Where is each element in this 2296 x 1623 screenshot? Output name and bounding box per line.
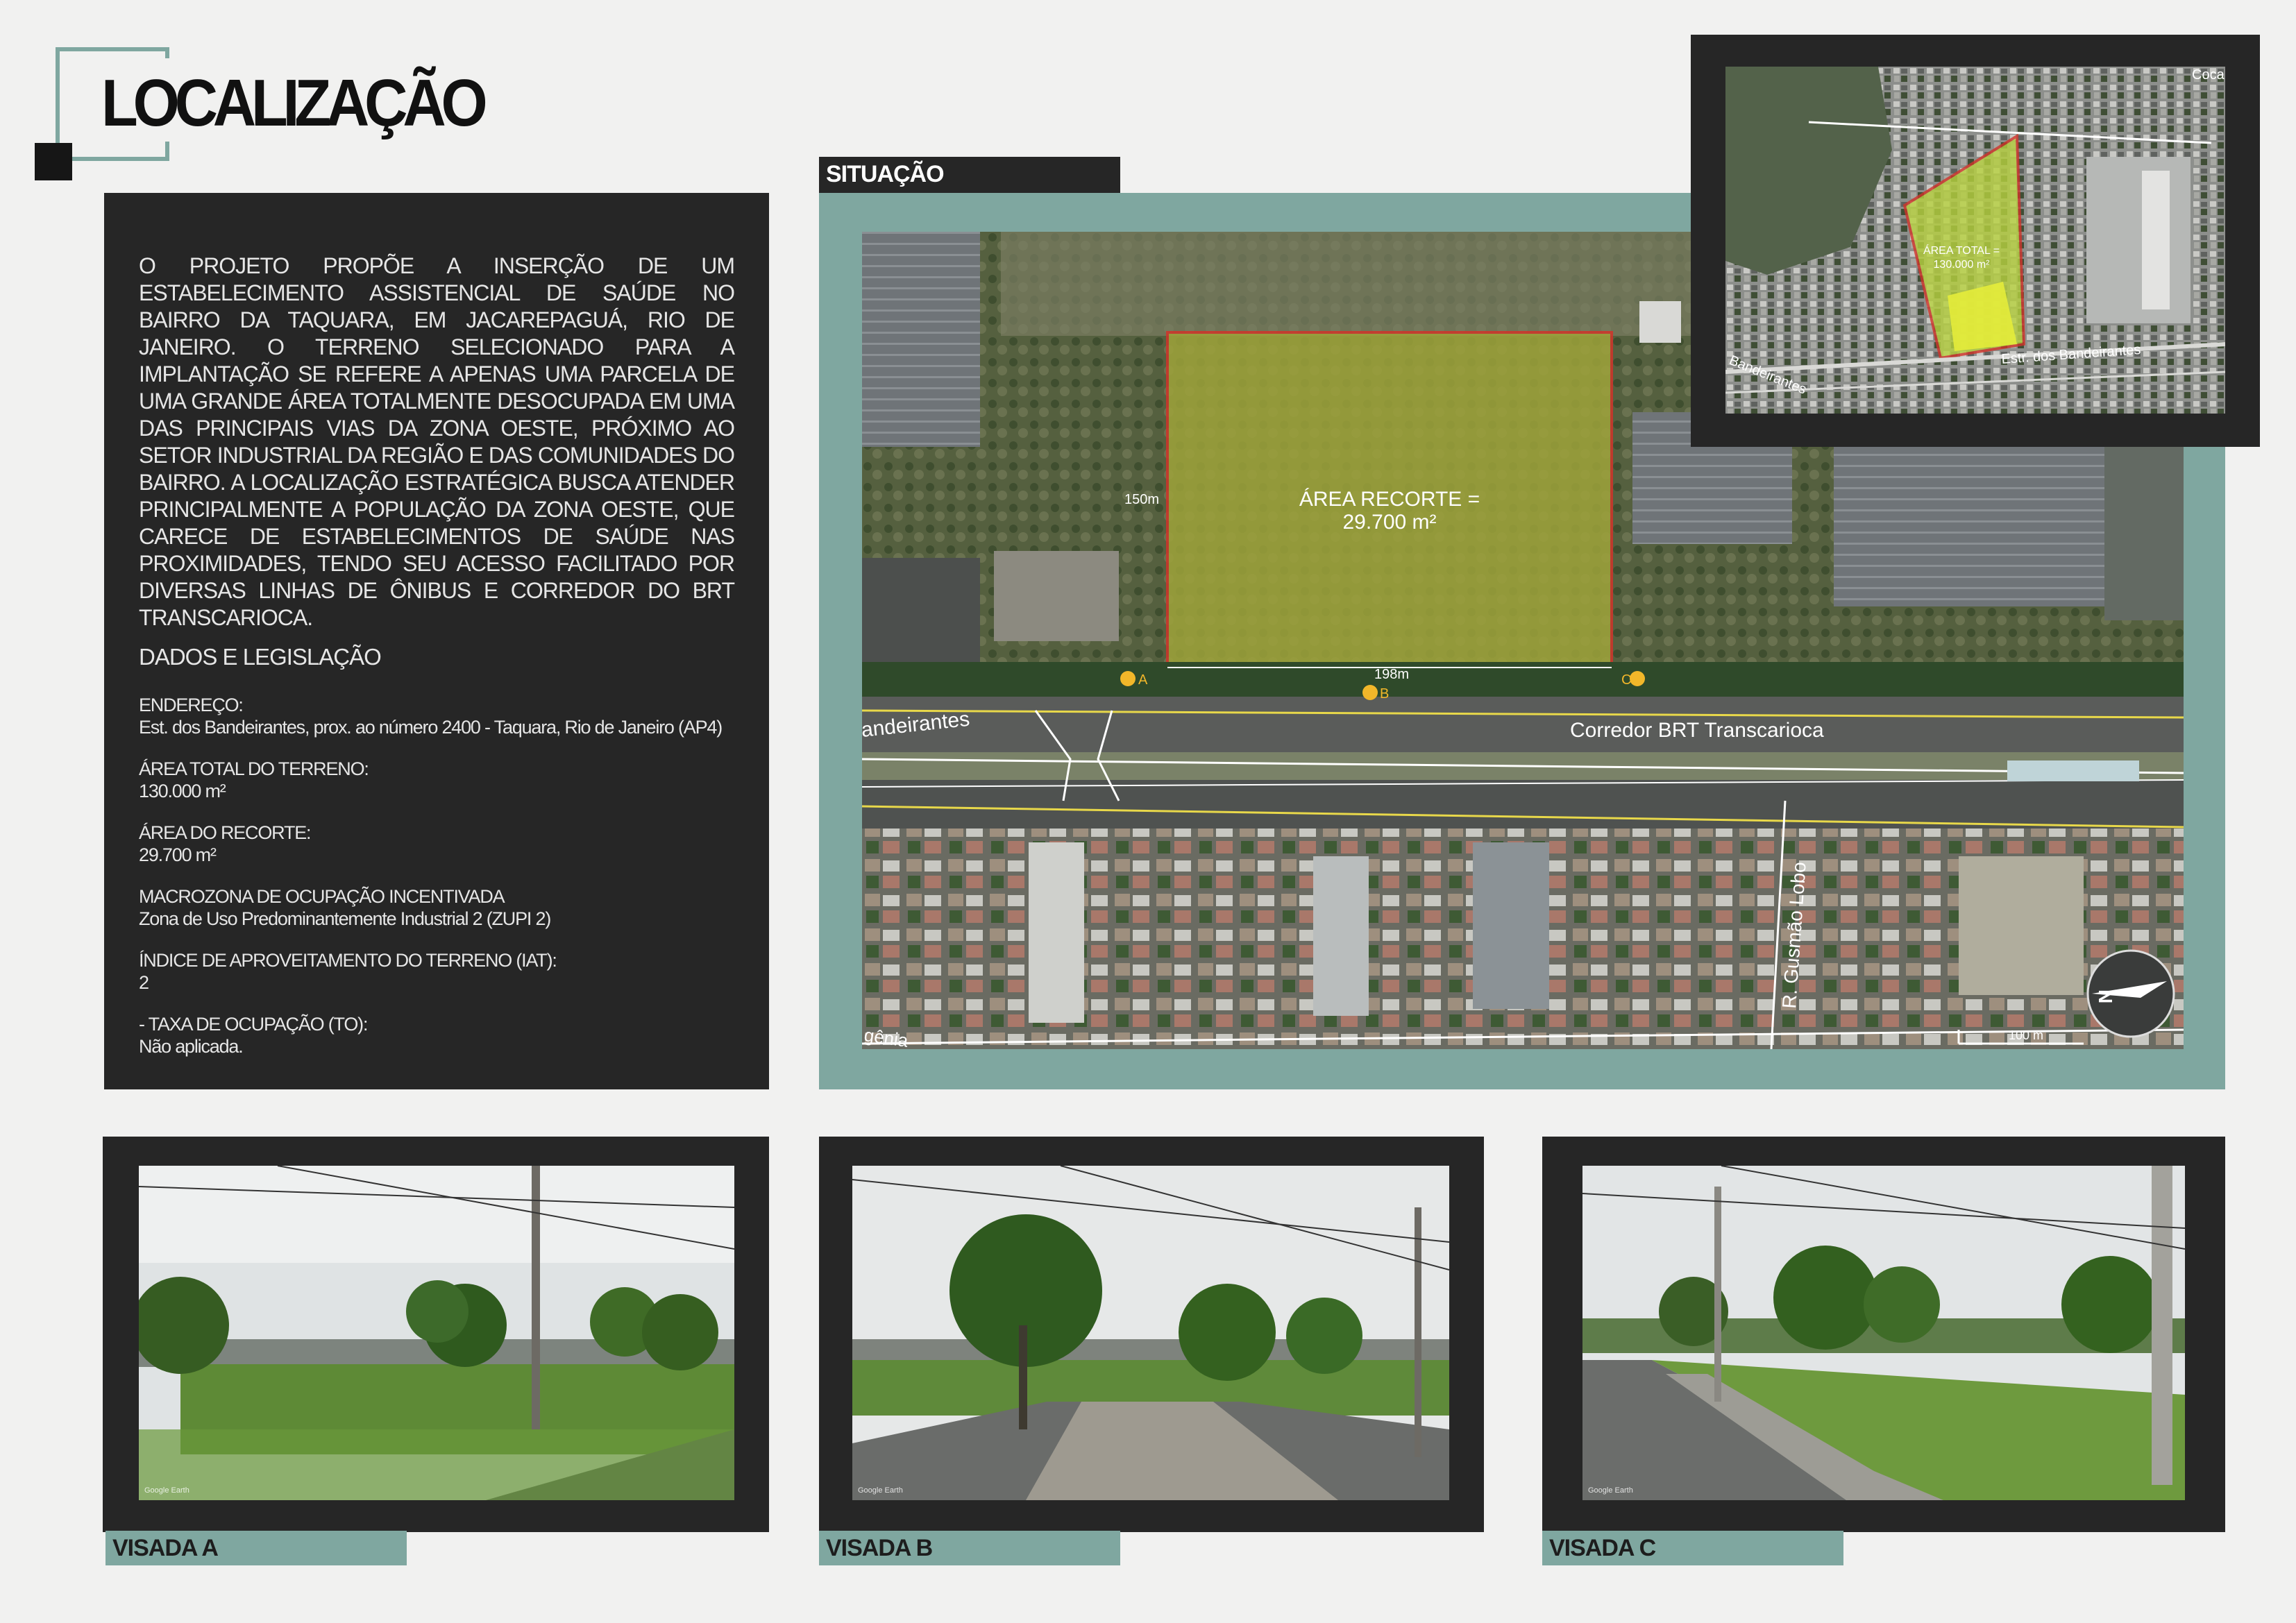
total-area-item: ÁREA TOTAL DO TERRENO: 130.000 m² — [139, 758, 736, 802]
view-c-label-bar: VISADA C — [1542, 1531, 1843, 1565]
situation-label: SITUAÇÃO — [826, 161, 945, 187]
macrozone-value: Zona de Uso Predominantemente Industrial… — [139, 908, 551, 929]
view-a-label-bar: VISADA A — [105, 1531, 407, 1565]
inset-aerial-map: Coca ÁREA TOTAL = 130.000 m² Estr. dos B… — [1725, 67, 2225, 414]
title-square-decoration — [35, 143, 72, 180]
view-a-photo: Google Earth — [139, 1166, 734, 1500]
page-title: LOCALIZAÇÃO — [101, 66, 488, 140]
occupancy-rate-label: - TAXA DE OCUPAÇÃO (TO): — [139, 1014, 368, 1035]
view-c-label: VISADA C — [1549, 1535, 1656, 1561]
project-intro-text: O projeto propõe a inserção de um estabe… — [139, 253, 735, 630]
cut-area-label: ÁREA DO RECORTE: — [139, 822, 312, 843]
brt-corridor-label: Corredor BRT Transcarioca — [1570, 719, 1824, 742]
view-b-credit: Google Earth — [858, 1486, 903, 1495]
address-item: ENDEREÇO: Est. dos Bandeirantes, prox. a… — [139, 694, 736, 738]
macrozone-item: MACROZONA DE OCUPAÇÃO INCENTIVADA Zona d… — [139, 885, 736, 930]
data-legislation-heading: DADOS E LEGISLAÇÃO — [139, 644, 382, 670]
view-b-label: VISADA B — [826, 1535, 933, 1561]
view-c-photo: Google Earth — [1582, 1166, 2185, 1500]
view-b-photo: Google Earth — [852, 1166, 1449, 1500]
compass-north-letter: N — [2095, 989, 2116, 1003]
total-area-value: 130.000 m² — [139, 781, 226, 801]
iat-label: ÍNDICE DE APROVEITAMENTO DO TERRENO (IAT… — [139, 950, 557, 971]
inset-area-label-line1: ÁREA TOTAL = — [1923, 244, 2000, 257]
occupancy-rate-item: - TAXA DE OCUPAÇÃO (TO): Não aplicada. — [139, 1013, 736, 1057]
view-marker-c: C — [1621, 672, 1631, 688]
inset-area-label-line2: 130.000 m² — [1934, 259, 1991, 271]
address-label: ENDEREÇO: — [139, 695, 244, 715]
view-c-frame: Google Earth — [1542, 1137, 2225, 1532]
view-a-frame: Google Earth — [103, 1137, 769, 1532]
address-value: Est. dos Bandeirantes, prox. ao número 2… — [139, 717, 723, 738]
dimension-width-label: 198m — [1374, 667, 1409, 682]
description-panel: O projeto propõe a inserção de um estabe… — [104, 193, 769, 1089]
view-marker-a: A — [1138, 672, 1148, 688]
view-b-frame: Google Earth — [819, 1137, 1484, 1532]
dimension-height-label: 150m — [1124, 492, 1159, 507]
view-marker-b: B — [1380, 686, 1389, 702]
view-a-label: VISADA A — [112, 1535, 219, 1561]
view-b-label-bar: VISADA B — [819, 1531, 1120, 1565]
macrozone-label: MACROZONA DE OCUPAÇÃO INCENTIVADA — [139, 886, 505, 907]
area-cut-label-line1: ÁREA RECORTE = — [1299, 488, 1480, 511]
iat-item: ÍNDICE DE APROVEITAMENTO DO TERRENO (IAT… — [139, 949, 736, 994]
view-a-credit: Google Earth — [144, 1486, 189, 1495]
situation-tab: SITUAÇÃO — [819, 157, 1120, 193]
view-c-credit: Google Earth — [1588, 1486, 1633, 1495]
area-cut-label-line2: 29.700 m² — [1342, 511, 1436, 534]
cut-area-value: 29.700 m² — [139, 844, 217, 865]
cut-area-item: ÁREA DO RECORTE: 29.700 m² — [139, 822, 736, 866]
iat-value: 2 — [139, 972, 149, 993]
inset-corner-label: Coca — [2192, 67, 2225, 83]
map-scale-label: 100 m — [2009, 1028, 2043, 1042]
occupancy-rate-value: Não aplicada. — [139, 1036, 244, 1057]
total-area-label: ÁREA TOTAL DO TERRENO: — [139, 758, 369, 779]
inset-map-frame: Coca ÁREA TOTAL = 130.000 m² Estr. dos B… — [1691, 35, 2260, 447]
